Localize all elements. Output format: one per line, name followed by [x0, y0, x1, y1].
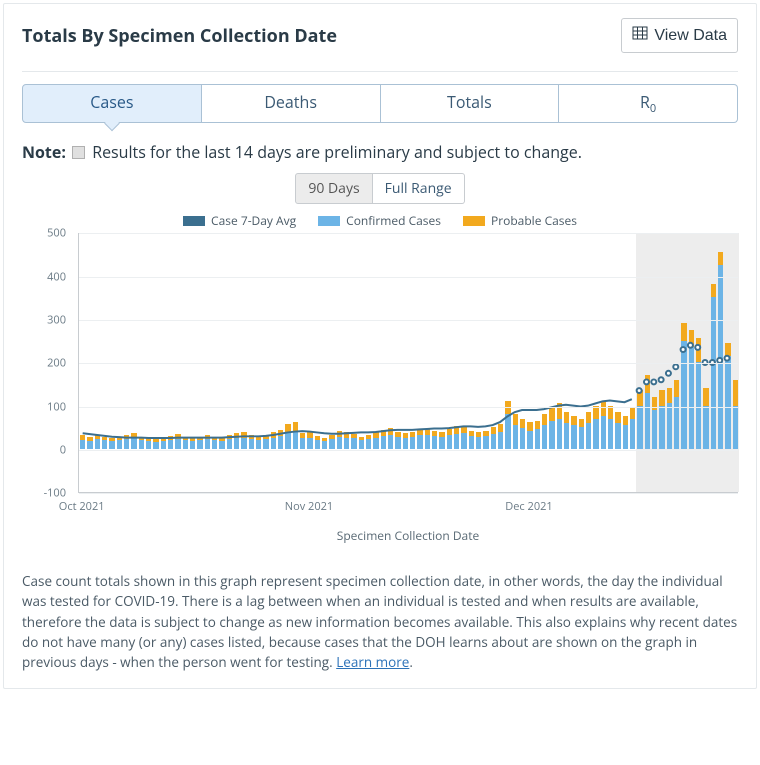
- page-title: Totals By Specimen Collection Date: [22, 24, 337, 48]
- gridline: [79, 407, 738, 408]
- x-tick: Oct 2021: [59, 499, 105, 514]
- legend: Case 7-Day Avg Confirmed Cases Probable …: [22, 212, 738, 229]
- description: Case count totals shown in this graph re…: [22, 571, 738, 672]
- gridline: [79, 277, 738, 278]
- gridline: [79, 493, 738, 494]
- view-data-label: View Data: [654, 27, 727, 45]
- legend-label-probable: Probable Cases: [491, 212, 577, 229]
- range-toggle: 90 Days Full Range: [4, 173, 756, 204]
- header: Totals By Specimen Collection Date View …: [4, 4, 756, 63]
- x-tick: Dec 2021: [505, 499, 552, 514]
- chart: Case 7-Day Avg Confirmed Cases Probable …: [22, 212, 738, 553]
- gridline: [79, 233, 738, 234]
- y-tick: 100: [22, 399, 66, 414]
- description-suffix: .: [409, 653, 413, 671]
- range-full-button[interactable]: Full Range: [373, 173, 465, 204]
- plot: -1000100200300400500 Oct 2021Nov 2021Dec…: [22, 233, 740, 553]
- learn-more-link[interactable]: Learn more: [336, 653, 409, 671]
- legend-swatch-probable: [463, 216, 485, 226]
- note-label: Note:: [22, 141, 66, 163]
- range-90days-button[interactable]: 90 Days: [295, 173, 372, 204]
- legend-item-probable: Probable Cases: [463, 212, 577, 229]
- table-icon: [632, 25, 648, 46]
- legend-label-confirmed: Confirmed Cases: [346, 212, 441, 229]
- tab-totals[interactable]: Totals: [381, 84, 560, 123]
- gridline: [79, 320, 738, 321]
- x-axis-label: Specimen Collection Date: [78, 527, 738, 544]
- preliminary-swatch: [72, 146, 85, 159]
- note-text: Results for the last 14 days are prelimi…: [92, 141, 582, 163]
- y-tick: 200: [22, 356, 66, 371]
- note: Note: Results for the last 14 days are p…: [22, 141, 738, 163]
- y-tick: 500: [22, 226, 66, 241]
- legend-item-avg: Case 7-Day Avg: [183, 212, 296, 229]
- legend-swatch-confirmed: [318, 216, 340, 226]
- tab-r[interactable]: R0: [559, 84, 738, 123]
- x-tick: Nov 2021: [285, 499, 333, 514]
- y-tick: 400: [22, 269, 66, 284]
- legend-label-avg: Case 7-Day Avg: [211, 212, 296, 229]
- y-axis: -1000100200300400500: [22, 233, 72, 493]
- tabs: CasesDeathsTotalsR0: [22, 84, 738, 123]
- card: Totals By Specimen Collection Date View …: [3, 3, 757, 689]
- legend-swatch-avg: [183, 216, 205, 226]
- plot-area: [78, 233, 738, 493]
- gridline: [79, 450, 738, 451]
- view-data-button[interactable]: View Data: [621, 18, 738, 53]
- gridline: [79, 363, 738, 364]
- tab-deaths[interactable]: Deaths: [202, 84, 381, 123]
- y-tick: 0: [22, 442, 66, 457]
- tab-cases[interactable]: Cases: [22, 84, 202, 123]
- x-axis: Oct 2021Nov 2021Dec 2021: [78, 497, 738, 527]
- separator: [22, 71, 738, 72]
- y-tick: 300: [22, 312, 66, 327]
- legend-item-confirmed: Confirmed Cases: [318, 212, 441, 229]
